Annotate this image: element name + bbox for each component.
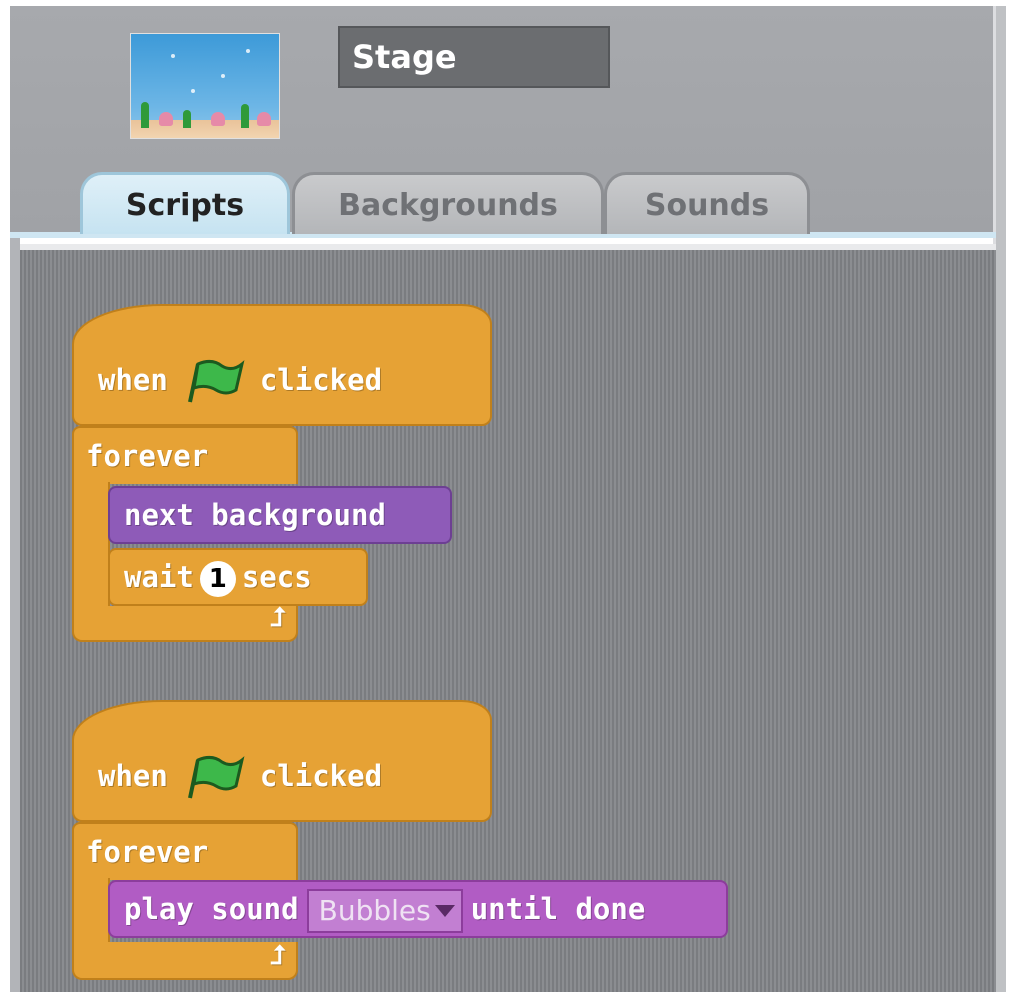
tab-backgrounds[interactable]: Backgrounds xyxy=(292,172,604,234)
forever-block-end: ⮥ xyxy=(72,941,298,980)
panel-scrollbar-track[interactable] xyxy=(996,6,1006,992)
hat-clicked-label: clicked xyxy=(259,363,383,397)
hat-when-label: when xyxy=(98,759,168,793)
wait-secs-block[interactable]: wait 1 secs xyxy=(108,548,368,606)
forever-block[interactable]: forever xyxy=(72,426,298,484)
hat-clicked-label: clicked xyxy=(259,759,383,793)
hat-when-label: when xyxy=(98,363,168,397)
loop-arrow-icon: ⮥ xyxy=(270,603,286,633)
tab-sounds[interactable]: Sounds xyxy=(604,172,810,234)
seaweed-decoration xyxy=(183,110,191,128)
sprite-name-field[interactable]: Stage xyxy=(338,26,610,88)
chevron-down-icon xyxy=(434,905,455,917)
stage-thumbnail[interactable] xyxy=(130,33,280,139)
sound-dropdown[interactable]: Bubbles xyxy=(306,889,463,933)
when-flag-clicked-block[interactable]: when clicked xyxy=(72,359,492,426)
seaweed-decoration xyxy=(241,104,249,128)
forever-block[interactable]: forever xyxy=(72,822,298,880)
until-done-label: until done xyxy=(470,892,646,926)
forever-arm xyxy=(72,878,110,948)
forever-block-end: ⮥ xyxy=(72,603,298,642)
when-flag-clicked-block[interactable]: when clicked xyxy=(72,755,492,822)
bubble-decoration xyxy=(246,49,250,53)
forever-label: forever xyxy=(86,439,209,473)
wait-seconds-input[interactable]: 1 xyxy=(199,561,236,597)
secs-label: secs xyxy=(241,560,312,594)
coral-decoration xyxy=(257,112,271,126)
wait-label: wait xyxy=(124,560,194,594)
next-background-label: next background xyxy=(124,498,386,532)
forever-arm xyxy=(72,482,110,608)
hat-block-cap[interactable] xyxy=(72,700,492,760)
forever-label: forever xyxy=(86,835,209,869)
play-sound-label: play sound xyxy=(124,892,299,926)
next-background-block[interactable]: next background xyxy=(108,486,452,544)
seaweed-decoration xyxy=(141,102,149,128)
play-sound-until-done-block[interactable]: play sound Bubbles until done xyxy=(108,880,728,938)
sound-dropdown-value: Bubbles xyxy=(318,894,431,927)
loop-arrow-icon: ⮥ xyxy=(270,941,286,971)
coral-decoration xyxy=(211,112,225,126)
scripts-left-border xyxy=(10,238,20,992)
coral-decoration xyxy=(159,112,173,126)
tab-scripts[interactable]: Scripts xyxy=(80,172,290,234)
green-flag-icon xyxy=(187,755,245,799)
hat-block-cap[interactable] xyxy=(72,304,492,364)
bubble-decoration xyxy=(171,54,175,58)
green-flag-icon xyxy=(187,359,245,403)
bubble-decoration xyxy=(221,74,225,78)
bubble-decoration xyxy=(191,89,195,93)
